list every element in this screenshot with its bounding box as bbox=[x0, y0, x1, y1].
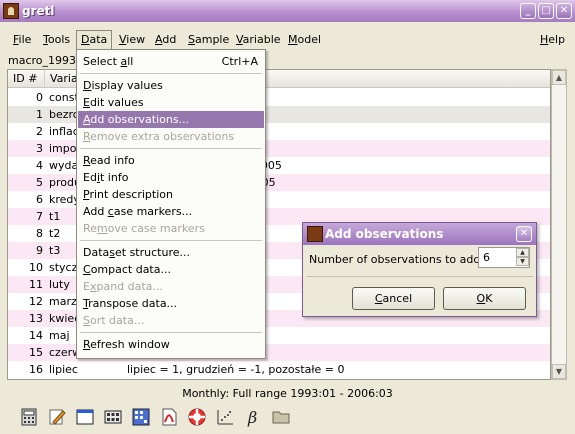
row-id: 14 bbox=[29, 329, 43, 342]
vertical-scrollbar[interactable]: ▲ ▼ bbox=[551, 69, 567, 380]
row-id: 4 bbox=[36, 159, 43, 172]
menu-accelerator: Ctrl+A bbox=[221, 55, 258, 68]
session-icon[interactable] bbox=[103, 407, 123, 427]
menu-item-edit-info[interactable]: Edit info bbox=[78, 169, 264, 186]
row-id: 0 bbox=[36, 91, 43, 104]
menu-model[interactable]: Model bbox=[283, 30, 326, 50]
spin-down-icon[interactable]: ▼ bbox=[516, 257, 529, 266]
dialog-title-bar: Add observations ✕ bbox=[303, 223, 536, 245]
window-title: gretl bbox=[22, 4, 55, 18]
data-menu-dropdown: Select all Ctrl+A Display values Edit value… bbox=[76, 49, 266, 359]
row-id: 13 bbox=[29, 312, 43, 325]
menu-item-remove-extra-observations: Remove extra observations bbox=[83, 130, 235, 143]
status-bar: Monthly: Full range 1993:01 - 2006:03 bbox=[182, 387, 393, 400]
scatter-plot-icon[interactable] bbox=[215, 407, 235, 427]
observations-count-input[interactable] bbox=[479, 248, 515, 267]
menu-data[interactable]: Data bbox=[76, 30, 113, 50]
spin-up-icon[interactable]: ▲ bbox=[516, 248, 529, 257]
table-row[interactable]: 16 lipiec lipiec = 1, grudzień = -1, pozos… bbox=[8, 361, 550, 378]
gretl-app-icon bbox=[3, 3, 19, 19]
gretl-dialog-icon bbox=[307, 226, 323, 242]
menu-separator bbox=[80, 148, 262, 149]
menu-item-transpose-data[interactable]: Transpose data... bbox=[78, 295, 264, 312]
menu-sample[interactable]: Sample bbox=[183, 30, 234, 50]
menu-item-add-case-markers[interactable]: Add case markers... bbox=[78, 203, 264, 220]
calculator-icon[interactable] bbox=[19, 407, 39, 427]
menu-add[interactable]: Add bbox=[150, 30, 181, 50]
menu-separator bbox=[80, 240, 262, 241]
observations-spinner[interactable]: ▲ ▼ bbox=[478, 247, 530, 268]
row-id: 12 bbox=[29, 295, 43, 308]
row-variable-name: lipiec bbox=[49, 363, 78, 376]
ok-button[interactable]: OK bbox=[443, 287, 526, 310]
dialog-close-icon[interactable]: ✕ bbox=[516, 226, 532, 242]
dialog-divider bbox=[307, 276, 533, 277]
row-id: 9 bbox=[36, 244, 43, 257]
close-button[interactable]: ✕ bbox=[556, 3, 572, 19]
scroll-down-icon[interactable]: ▼ bbox=[552, 364, 566, 379]
menu-item-remove-case-markers: Remove case markers bbox=[83, 222, 205, 235]
row-id: 15 bbox=[29, 346, 43, 359]
menu-item-dataset-structure[interactable]: Dataset structure... bbox=[78, 244, 264, 261]
open-folder-icon[interactable] bbox=[271, 407, 291, 427]
menu-item-print-description[interactable]: Print description bbox=[78, 186, 264, 203]
menubar: File Tools Data View Add Sample Variable Model H… bbox=[0, 30, 575, 50]
cancel-button[interactable]: Cancel bbox=[352, 287, 435, 310]
menu-item-add-observations[interactable]: Add observations... bbox=[78, 111, 264, 128]
maximize-button[interactable]: □ bbox=[538, 3, 554, 19]
row-id: 11 bbox=[29, 278, 43, 291]
gretl-main-window: gretl _ □ ✕ File Tools Data View Add Sample Va… bbox=[0, 0, 575, 434]
scroll-up-icon[interactable]: ▲ bbox=[552, 70, 566, 85]
menu-item-display-values[interactable]: Display values bbox=[78, 77, 264, 94]
row-id: 16 bbox=[29, 363, 43, 376]
help-icon[interactable] bbox=[187, 407, 207, 427]
menu-item-refresh-window[interactable]: Refresh window bbox=[78, 336, 264, 353]
function-icon[interactable] bbox=[131, 407, 151, 427]
menu-item-sort-data: Sort data... bbox=[83, 314, 145, 327]
dialog-title: Add observations bbox=[325, 227, 444, 241]
menu-view[interactable]: View bbox=[114, 30, 150, 50]
menu-file[interactable]: File bbox=[8, 30, 36, 50]
row-id: 7 bbox=[36, 210, 43, 223]
menu-variable[interactable]: Variable bbox=[231, 30, 286, 50]
menu-help[interactable]: Help bbox=[535, 30, 570, 50]
row-id: 10 bbox=[29, 261, 43, 274]
row-description: lipiec = 1, grudzień = -1, pozostałe = 0 bbox=[127, 363, 345, 376]
minimize-button[interactable]: _ bbox=[520, 3, 536, 19]
title-bar: gretl _ □ ✕ bbox=[0, 0, 575, 22]
menu-tools[interactable]: Tools bbox=[38, 30, 75, 50]
observations-count-label: Number of observations to add: bbox=[309, 253, 485, 266]
row-id: 8 bbox=[36, 227, 43, 240]
menu-separator bbox=[80, 73, 262, 74]
menu-item-read-info[interactable]: Read info bbox=[78, 152, 264, 169]
row-id: 2 bbox=[36, 125, 43, 138]
row-id: 6 bbox=[36, 193, 43, 206]
add-observations-dialog: Add observations ✕ Number of observation… bbox=[302, 222, 537, 317]
console-icon[interactable] bbox=[75, 407, 95, 427]
menu-item-select-all[interactable]: Select all Ctrl+A bbox=[78, 53, 264, 70]
row-id: 3 bbox=[36, 142, 43, 155]
column-header-id[interactable]: ID # bbox=[8, 70, 45, 88]
menu-separator bbox=[80, 332, 262, 333]
pdf-icon[interactable] bbox=[159, 407, 179, 427]
notepad-icon[interactable] bbox=[47, 407, 67, 427]
menu-item-compact-data[interactable]: Compact data... bbox=[78, 261, 264, 278]
svg-text:β: β bbox=[247, 408, 257, 427]
row-id: 1 bbox=[36, 108, 43, 121]
beta-icon[interactable]: β bbox=[243, 407, 263, 427]
row-id: 5 bbox=[36, 176, 43, 189]
menu-item-expand-data: Expand data... bbox=[83, 280, 163, 293]
menu-item-edit-values[interactable]: Edit values bbox=[78, 94, 264, 111]
